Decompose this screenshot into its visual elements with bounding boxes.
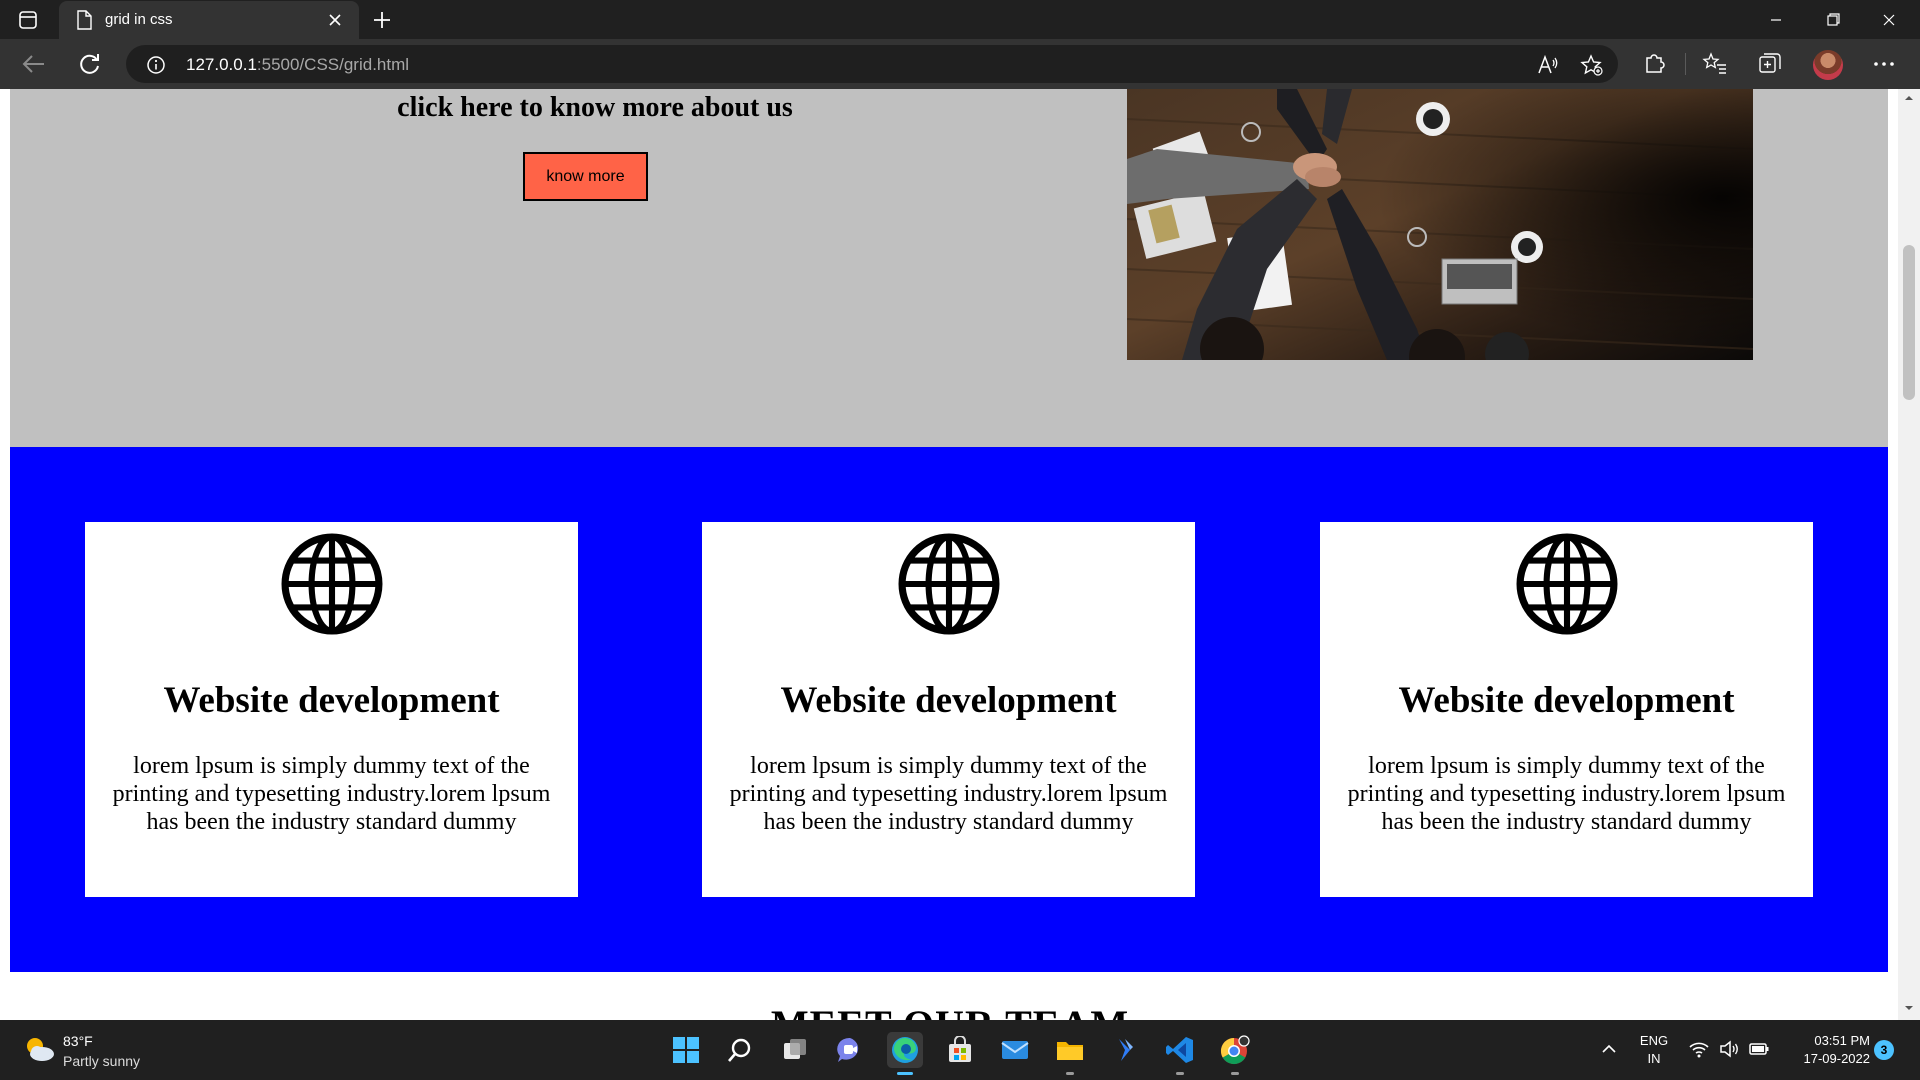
browser-tab-bar: grid in css	[0, 0, 1920, 39]
tab-title: grid in css	[105, 11, 173, 28]
active-app-indicator	[897, 1072, 913, 1075]
scrollbar-thumb[interactable]	[1903, 245, 1915, 400]
site-info-icon[interactable]	[146, 55, 166, 75]
team-heading: MEET OUR TEAM	[600, 1001, 1300, 1020]
running-app-indicator	[1066, 1072, 1074, 1075]
profile-avatar[interactable]	[1813, 50, 1843, 80]
file-explorer-icon	[1057, 1042, 1083, 1060]
chrome-icon	[1220, 1035, 1250, 1065]
card-text: lorem lpsum is simply dummy text of the …	[729, 753, 1168, 835]
task-view-button[interactable]	[777, 1032, 813, 1068]
globe-icon	[898, 533, 1000, 635]
partly-sunny-icon[interactable]	[22, 1034, 56, 1064]
teams-chat-icon	[837, 1037, 859, 1062]
know-more-button[interactable]: know more	[523, 152, 648, 201]
task-view-icon	[784, 1039, 806, 1059]
chrome-button[interactable]	[1217, 1032, 1253, 1075]
more-options-icon[interactable]	[1871, 52, 1897, 76]
services-section: Website development lorem lpsum is simpl…	[10, 447, 1888, 972]
weather-temperature[interactable]: 83°F	[63, 1033, 93, 1049]
team-meeting-photo	[1127, 89, 1753, 360]
mail-icon	[1001, 1041, 1029, 1059]
card-title: Website development	[163, 680, 500, 721]
power-automate-button[interactable]	[1107, 1032, 1143, 1068]
vscode-button[interactable]	[1162, 1032, 1198, 1075]
extensions-icon[interactable]	[1641, 52, 1667, 76]
search-button[interactable]	[722, 1032, 758, 1068]
card-title: Website development	[1398, 680, 1735, 721]
teams-chat-button[interactable]	[832, 1032, 868, 1068]
refresh-icon[interactable]	[77, 51, 103, 77]
vertical-scrollbar[interactable]	[1898, 89, 1920, 1020]
start-icon	[673, 1037, 699, 1063]
vscode-icon	[1166, 1037, 1193, 1063]
service-card: Website development lorem lpsum is simpl…	[702, 522, 1195, 897]
mail-button[interactable]	[997, 1032, 1033, 1068]
input-language[interactable]: ENG IN	[1638, 1032, 1670, 1068]
power-automate-icon	[1119, 1039, 1133, 1061]
new-tab-icon[interactable]	[370, 8, 394, 32]
page-viewport: click here to know more about us know mo…	[0, 89, 1920, 1020]
back-icon[interactable]	[20, 51, 48, 77]
card-text: lorem lpsum is simply dummy text of the …	[1347, 753, 1786, 835]
add-favorite-icon[interactable]	[1580, 54, 1604, 76]
store-button[interactable]	[942, 1032, 978, 1068]
about-section: click here to know more about us know mo…	[10, 89, 1888, 447]
card-title: Website development	[780, 680, 1117, 721]
close-window-icon[interactable]	[1866, 4, 1912, 36]
scroll-down-arrow-icon[interactable]	[1904, 1003, 1914, 1013]
toolbar-divider	[1685, 53, 1686, 75]
show-hidden-icons-chevron-icon[interactable]	[1600, 1040, 1618, 1058]
scroll-up-arrow-icon[interactable]	[1904, 93, 1914, 103]
document-icon	[77, 10, 92, 30]
volume-icon[interactable]	[1718, 1038, 1740, 1060]
minimize-window-icon[interactable]	[1753, 4, 1799, 36]
card-text: lorem lpsum is simply dummy text of the …	[112, 753, 551, 835]
globe-icon	[1516, 533, 1618, 635]
close-tab-icon[interactable]	[325, 10, 345, 30]
system-clock[interactable]: 03:51 PM 17-09-2022	[1786, 1032, 1871, 1068]
read-aloud-icon[interactable]	[1536, 54, 1560, 76]
notification-badge[interactable]: 3	[1874, 1040, 1894, 1060]
service-card: Website development lorem lpsum is simpl…	[85, 522, 578, 897]
wifi-icon[interactable]	[1688, 1038, 1710, 1060]
running-app-indicator	[1176, 1072, 1184, 1075]
battery-icon[interactable]	[1748, 1038, 1770, 1060]
edge-button[interactable]	[887, 1032, 923, 1075]
address-bar[interactable]: 127.0.0.1:5500/CSS/grid.html	[126, 45, 1618, 83]
collections-icon[interactable]	[1757, 52, 1783, 76]
about-heading: click here to know more about us	[397, 92, 793, 123]
tab-actions-icon[interactable]	[17, 9, 39, 31]
browser-toolbar: 127.0.0.1:5500/CSS/grid.html	[0, 39, 1920, 89]
search-icon	[728, 1038, 751, 1062]
favorites-icon[interactable]	[1702, 52, 1728, 76]
url-text[interactable]: 127.0.0.1:5500/CSS/grid.html	[186, 55, 409, 75]
service-card: Website development lorem lpsum is simpl…	[1320, 522, 1813, 897]
weather-description[interactable]: Partly sunny	[63, 1053, 140, 1069]
file-explorer-button[interactable]	[1052, 1032, 1088, 1075]
store-icon	[949, 1036, 971, 1062]
edge-icon	[892, 1037, 918, 1063]
running-app-indicator	[1231, 1072, 1239, 1075]
start-button[interactable]	[668, 1032, 704, 1068]
browser-tab[interactable]: grid in css	[59, 1, 359, 39]
restore-window-icon[interactable]	[1810, 4, 1856, 36]
globe-icon	[281, 533, 383, 635]
windows-taskbar: 83°F Partly sunny ENG IN 03:51 PM 17-09-…	[0, 1020, 1920, 1080]
